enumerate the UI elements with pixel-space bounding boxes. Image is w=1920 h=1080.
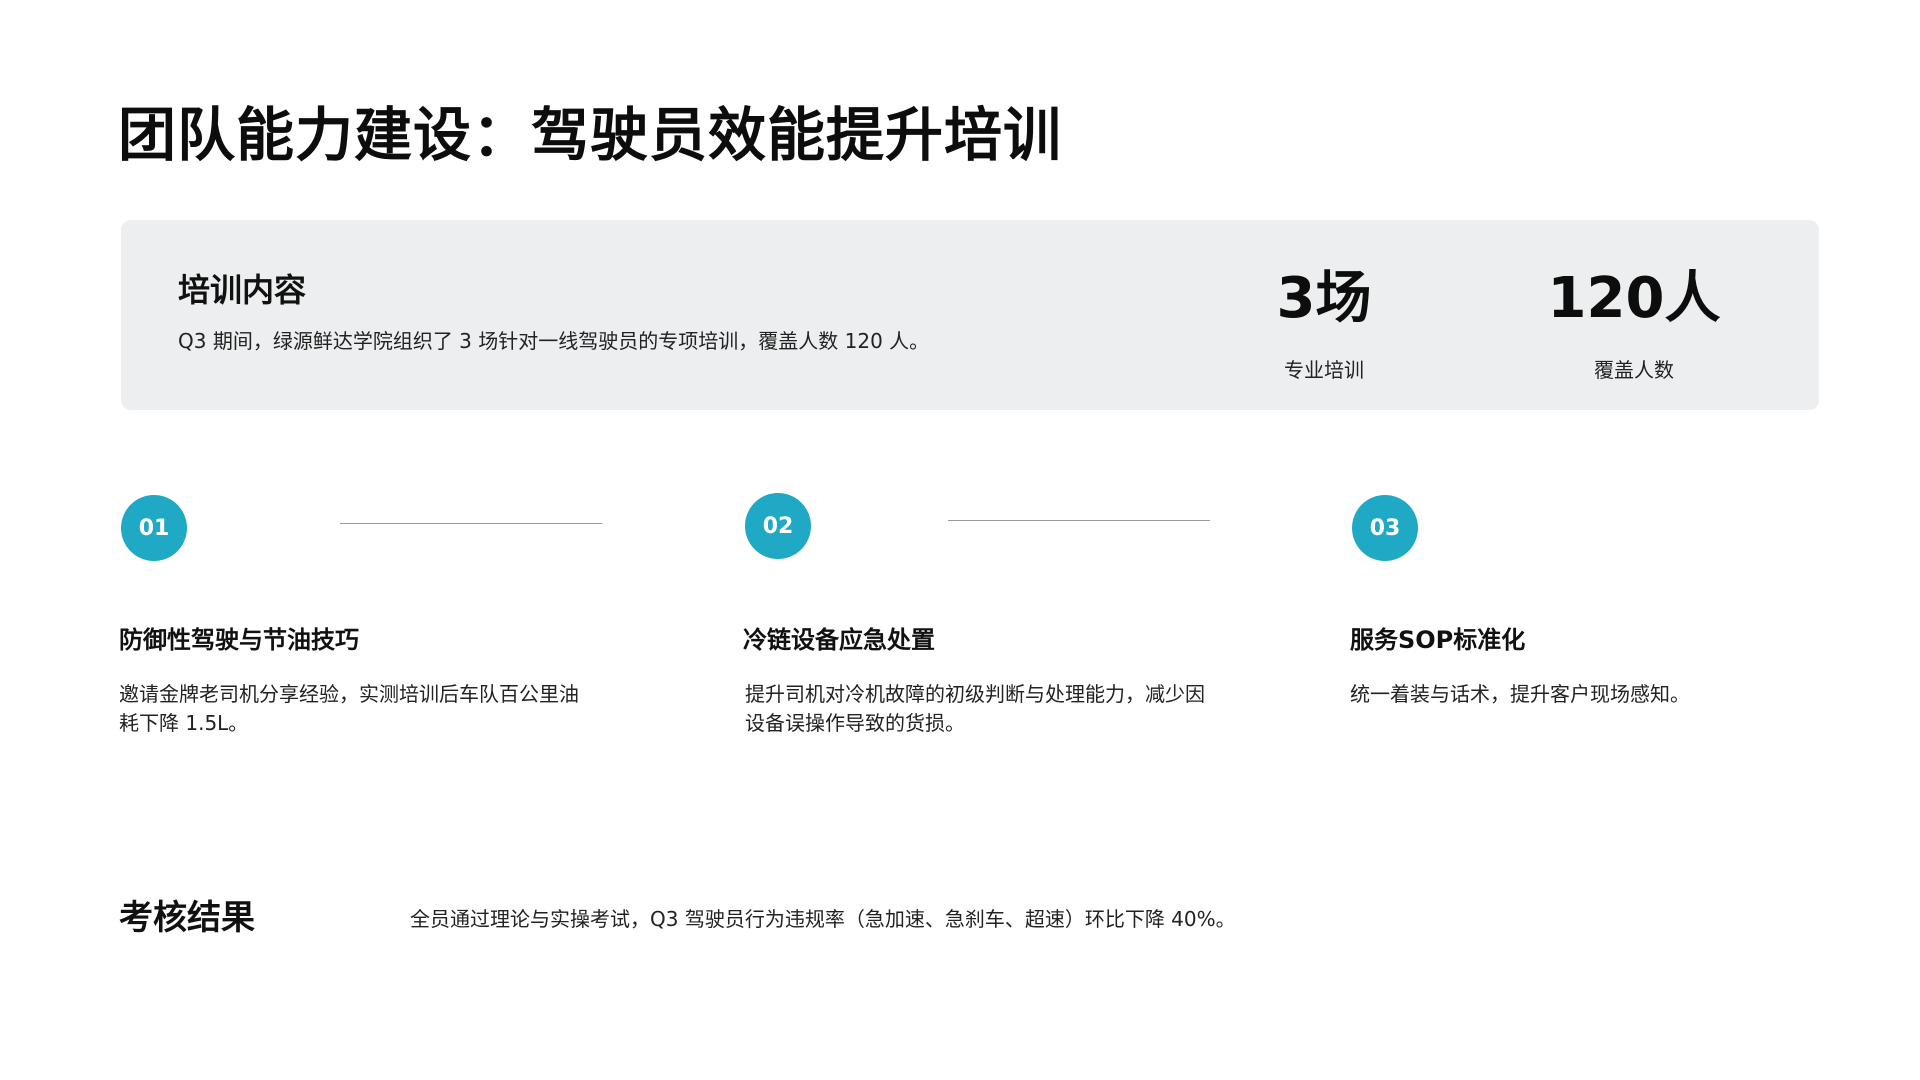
slide: 团队能力建设：驾驶员效能提升培训 培训内容 Q3 期间，绿源鲜达学院组织了 3 … <box>0 0 1920 1080</box>
stat-sessions: 3场 专业培训 <box>1194 268 1454 383</box>
page-title: 团队能力建设：驾驶员效能提升培训 <box>118 101 1063 169</box>
step-description: 统一着装与话术，提升客户现场感知。 <box>1350 682 1690 706</box>
result-text: 全员通过理论与实操考试，Q3 驾驶员行为违规率（急加速、急刹车、超速）环比下降 … <box>410 907 1236 931</box>
summary-text: Q3 期间，绿源鲜达学院组织了 3 场针对一线驾驶员的专项培训，覆盖人数 120… <box>178 329 930 353</box>
step-title: 防御性驾驶与节油技巧 <box>119 626 359 654</box>
step-number-badge: 01 <box>121 495 187 561</box>
step-connector <box>948 520 1210 521</box>
step-description: 提升司机对冷机故障的初级判断与处理能力，减少因设备误操作导致的货损。 <box>745 682 1205 735</box>
result-heading: 考核结果 <box>119 898 255 938</box>
stat-label: 覆盖人数 <box>1594 357 1674 382</box>
step-description: 邀请金牌老司机分享经验，实测培训后车队百公里油耗下降 1.5L。 <box>119 682 579 735</box>
stat-value: 3场 <box>1276 266 1372 331</box>
stat-label: 专业培训 <box>1284 357 1364 382</box>
step-number-badge: 02 <box>745 493 811 559</box>
stat-participants: 120人 覆盖人数 <box>1504 268 1764 383</box>
stat-value: 120人 <box>1547 266 1721 331</box>
summary-heading: 培训内容 <box>178 271 307 309</box>
step-title: 冷链设备应急处置 <box>743 626 935 654</box>
step-connector <box>340 523 602 524</box>
step-number-badge: 03 <box>1352 495 1418 561</box>
training-summary-card: 培训内容 Q3 期间，绿源鲜达学院组织了 3 场针对一线驾驶员的专项培训，覆盖人… <box>121 220 1819 410</box>
step-title: 服务SOP标准化 <box>1350 626 1526 654</box>
